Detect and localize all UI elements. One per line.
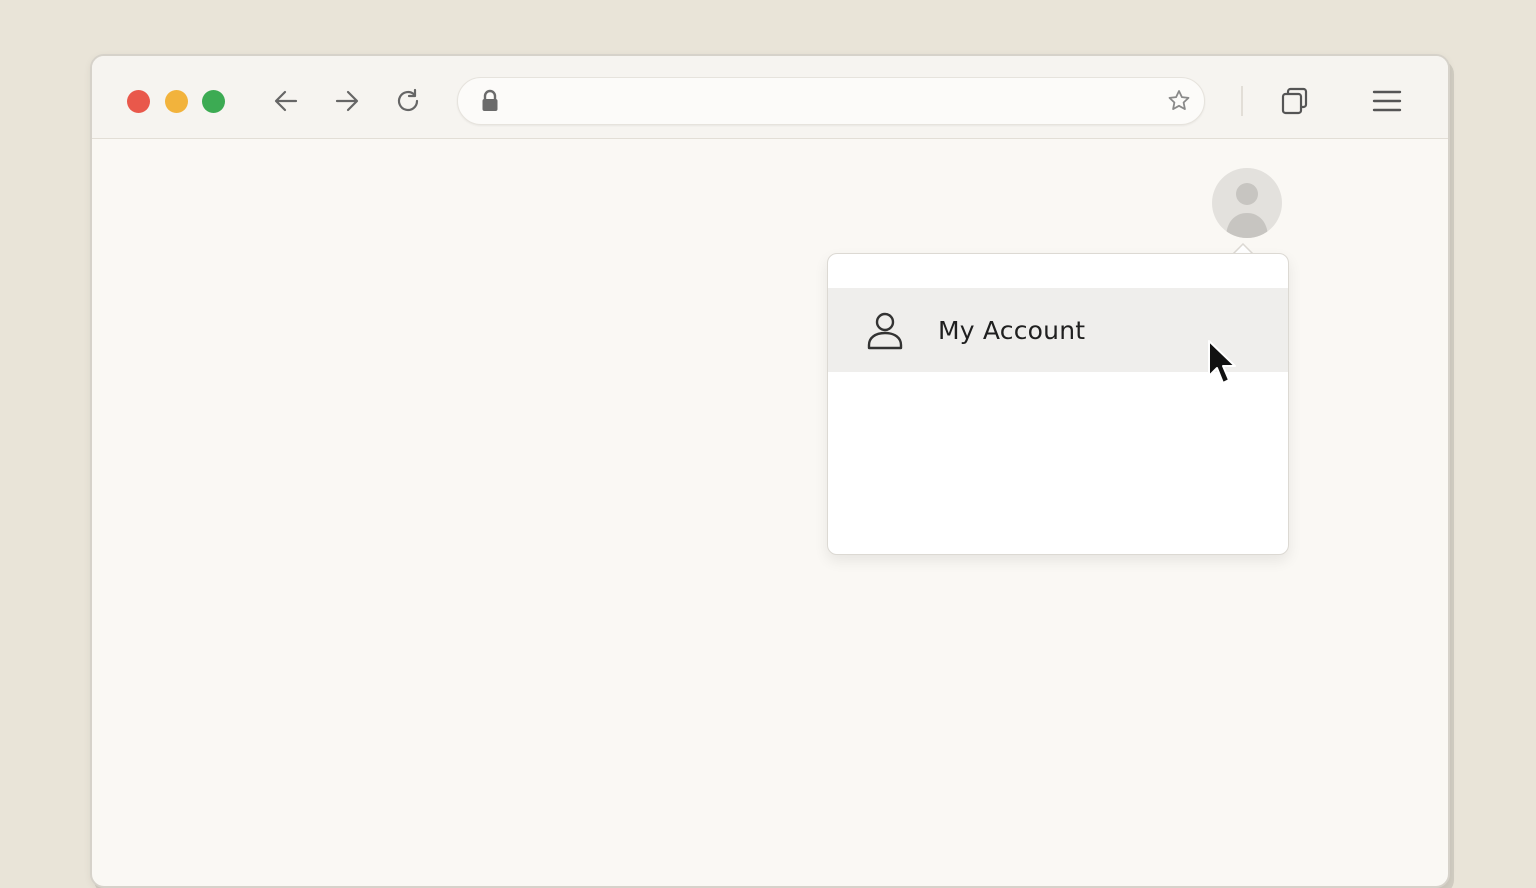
arrow-left-icon <box>274 90 298 112</box>
maximize-window-button[interactable] <box>202 90 225 113</box>
arrow-right-icon <box>335 90 359 112</box>
star-icon[interactable] <box>1166 88 1192 114</box>
reload-button[interactable] <box>392 85 424 117</box>
profile-avatar-button[interactable] <box>1212 168 1282 238</box>
browser-window: My Account <box>90 54 1450 888</box>
reload-icon <box>397 88 419 112</box>
mouse-cursor-icon <box>1208 340 1236 384</box>
lock-icon <box>482 89 498 111</box>
back-button[interactable] <box>270 85 302 117</box>
menu-item-label: My Account <box>938 315 1086 345</box>
forward-button[interactable] <box>331 85 363 117</box>
browser-toolbar <box>92 56 1448 139</box>
hamburger-menu-icon[interactable] <box>1370 85 1404 117</box>
user-avatar-icon <box>1226 183 1268 238</box>
toolbar-divider <box>1241 86 1243 116</box>
address-bar[interactable] <box>457 77 1205 125</box>
tabs-icon[interactable] <box>1279 85 1311 117</box>
minimize-window-button[interactable] <box>165 90 188 113</box>
user-icon <box>867 312 903 350</box>
profile-dropdown-menu: My Account <box>827 253 1289 555</box>
close-window-button[interactable] <box>127 90 150 113</box>
